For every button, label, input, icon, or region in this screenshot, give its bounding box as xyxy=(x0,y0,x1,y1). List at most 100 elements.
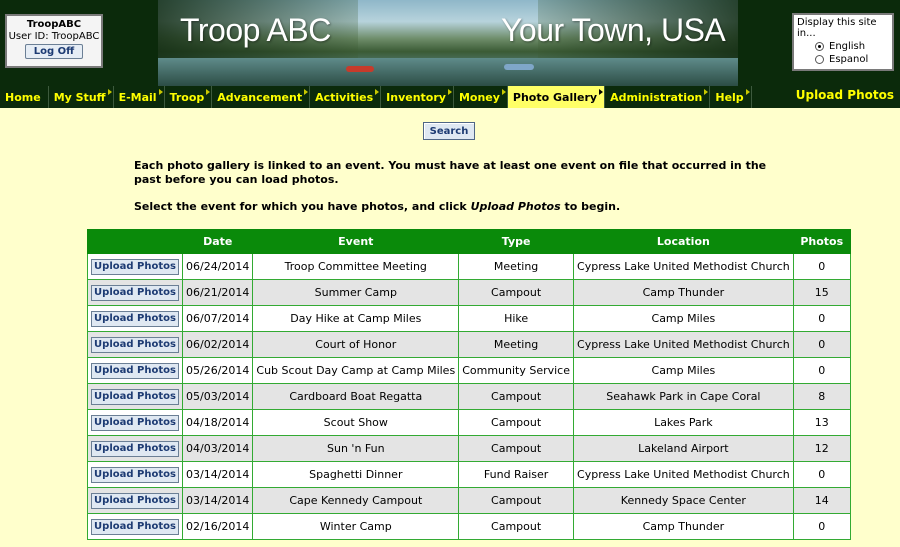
nav-item-photo-gallery[interactable]: Photo Gallery xyxy=(507,86,606,108)
event-cell: Winter Camp xyxy=(252,513,460,540)
table-row: Upload Photos 05/03/2014 Cardboard Boat Re… xyxy=(87,383,851,410)
search-button[interactable]: Search xyxy=(423,122,475,140)
language-option-english[interactable]: English xyxy=(815,41,889,52)
upload-cell: Upload Photos xyxy=(87,331,183,358)
submenu-arrow-icon xyxy=(206,89,211,95)
log-off-button[interactable]: Log Off xyxy=(24,44,84,59)
upload-photos-button[interactable]: Upload Photos xyxy=(91,258,179,275)
submenu-arrow-icon xyxy=(158,89,163,95)
banner-title-troop: Troop ABC xyxy=(180,12,331,48)
upload-cell: Upload Photos xyxy=(87,305,183,332)
location-cell: Cypress Lake United Methodist Church xyxy=(573,253,794,280)
main-nav: Home My Stuff E-Mail Troop Advancement A… xyxy=(0,86,900,108)
type-cell: Campout xyxy=(458,383,575,410)
nav-item-email[interactable]: E-Mail xyxy=(114,86,165,108)
column-header-location: Location xyxy=(573,229,794,254)
date-cell: 05/26/2014 xyxy=(181,357,254,384)
photos-cell: 12 xyxy=(792,435,851,462)
nav-label: My Stuff xyxy=(53,90,106,104)
upload-photos-button[interactable]: Upload Photos xyxy=(91,466,179,483)
column-header-photos: Photos xyxy=(792,229,851,254)
type-cell: Campout xyxy=(458,487,575,514)
user-id-text: User ID: TroopABC xyxy=(8,31,100,42)
photos-cell: 8 xyxy=(792,383,851,410)
date-cell: 06/07/2014 xyxy=(181,305,254,332)
nav-label: Troop xyxy=(169,90,205,104)
instructions-emphasis: Upload Photos xyxy=(470,200,561,213)
upload-cell: Upload Photos xyxy=(87,357,183,384)
submenu-arrow-icon xyxy=(704,89,709,95)
upload-cell: Upload Photos xyxy=(87,461,183,488)
upload-cell: Upload Photos xyxy=(87,487,183,514)
radio-unselected-icon[interactable] xyxy=(815,55,824,64)
event-cell: Court of Honor xyxy=(252,331,460,358)
table-row: Upload Photos 06/07/2014 Day Hike at Camp … xyxy=(87,305,851,332)
login-panel: TroopABC User ID: TroopABC Log Off xyxy=(5,14,103,68)
photos-cell: 13 xyxy=(792,409,851,436)
date-cell: 04/18/2014 xyxy=(181,409,254,436)
nav-item-advancement[interactable]: Advancement xyxy=(212,86,311,108)
table-row: Upload Photos 04/03/2014 Sun 'n Fun Campout… xyxy=(87,435,851,462)
table-row: Upload Photos 04/18/2014 Scout Show Campout… xyxy=(87,409,851,436)
radio-selected-icon[interactable] xyxy=(815,42,824,51)
photos-cell: 15 xyxy=(792,279,851,306)
photos-cell: 0 xyxy=(792,331,851,358)
location-cell: Lakes Park xyxy=(573,409,794,436)
nav-item-help[interactable]: Help xyxy=(710,86,752,108)
submenu-arrow-icon xyxy=(304,89,309,95)
photos-cell: 0 xyxy=(792,461,851,488)
nav-item-activities[interactable]: Activities xyxy=(310,86,382,108)
upload-photos-button[interactable]: Upload Photos xyxy=(91,414,179,431)
photos-cell: 0 xyxy=(792,513,851,540)
nav-item-home[interactable]: Home xyxy=(0,86,49,108)
language-option-espanol[interactable]: Espanol xyxy=(815,54,889,65)
table-row: Upload Photos 06/24/2014 Troop Committee M… xyxy=(87,253,851,280)
table-row: Upload Photos 03/14/2014 Spaghetti Dinner F… xyxy=(87,461,851,488)
type-cell: Meeting xyxy=(458,253,575,280)
language-title: Display this site in... xyxy=(797,17,877,39)
nav-item-inventory[interactable]: Inventory xyxy=(381,86,454,108)
date-cell: 03/14/2014 xyxy=(181,461,254,488)
type-cell: Campout xyxy=(458,435,575,462)
table-body: Upload Photos 06/24/2014 Troop Committee M… xyxy=(87,253,851,540)
instructions-paragraph-1: Each photo gallery is linked to an event… xyxy=(134,159,767,186)
upload-photos-button[interactable]: Upload Photos xyxy=(91,310,179,327)
upload-photos-button[interactable]: Upload Photos xyxy=(91,336,179,353)
instructions: Each photo gallery is linked to an event… xyxy=(134,159,774,227)
submenu-arrow-icon xyxy=(375,89,380,95)
language-selector: Display this site in... English Espanol xyxy=(792,13,894,71)
table-row: Upload Photos 05/26/2014 Cub Scout Day Cam… xyxy=(87,357,851,384)
table-row: Upload Photos 06/02/2014 Court of Honor Mee… xyxy=(87,331,851,358)
upload-photos-button[interactable]: Upload Photos xyxy=(91,388,179,405)
column-header-type: Type xyxy=(458,229,575,254)
submenu-arrow-icon xyxy=(107,89,112,95)
event-cell: Spaghetti Dinner xyxy=(252,461,460,488)
banner-water xyxy=(158,58,738,86)
upload-photos-button[interactable]: Upload Photos xyxy=(91,362,179,379)
nav-item-my-stuff[interactable]: My Stuff xyxy=(49,86,114,108)
event-cell: Day Hike at Camp Miles xyxy=(252,305,460,332)
nav-label: E-Mail xyxy=(118,90,157,104)
date-cell: 04/03/2014 xyxy=(181,435,254,462)
location-cell: Camp Miles xyxy=(573,305,794,332)
location-cell: Camp Thunder xyxy=(573,279,794,306)
nav-item-administration[interactable]: Administration xyxy=(605,86,711,108)
upload-photos-button[interactable]: Upload Photos xyxy=(91,440,179,457)
column-header-date: Date xyxy=(181,229,254,254)
nav-item-money[interactable]: Money xyxy=(454,86,508,108)
upload-photos-button[interactable]: Upload Photos xyxy=(91,284,179,301)
upload-photos-button[interactable]: Upload Photos xyxy=(91,492,179,509)
upload-photos-button[interactable]: Upload Photos xyxy=(91,518,179,535)
event-cell: Summer Camp xyxy=(252,279,460,306)
nav-label: Administration xyxy=(610,90,703,104)
nav-item-troop[interactable]: Troop xyxy=(165,86,213,108)
type-cell: Community Service xyxy=(458,357,575,384)
submenu-arrow-icon xyxy=(501,89,506,95)
type-cell: Meeting xyxy=(458,331,575,358)
upload-cell: Upload Photos xyxy=(87,383,183,410)
column-header-action xyxy=(87,229,183,254)
column-header-event: Event xyxy=(252,229,460,254)
submenu-arrow-icon xyxy=(599,89,604,95)
table-header-row: Date Event Type Location Photos xyxy=(87,229,851,254)
date-cell: 06/24/2014 xyxy=(181,253,254,280)
